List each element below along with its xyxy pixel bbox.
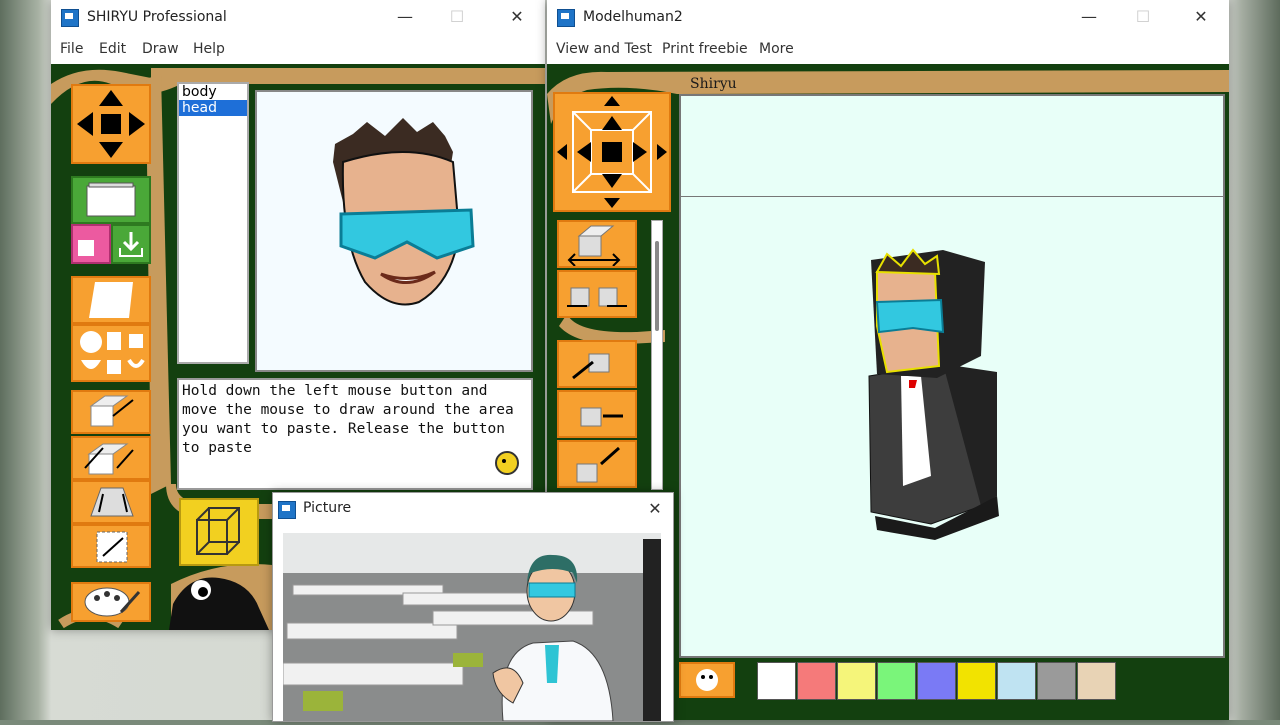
app-icon: [557, 9, 575, 27]
swatch-green[interactable]: [877, 662, 916, 700]
monster-mascot: [169, 568, 269, 630]
open-folder-button[interactable]: [71, 176, 151, 224]
cut-corner-button[interactable]: [71, 524, 151, 568]
swatch-yellow-pattern[interactable]: [957, 662, 996, 700]
brand-label: Shiryu: [690, 76, 737, 92]
title-bar[interactable]: Modelhuman2 — ☐ ✕: [547, 0, 1229, 34]
close-button[interactable]: ✕: [1189, 6, 1213, 28]
model-viewport[interactable]: [679, 94, 1225, 658]
list-item-body[interactable]: body: [179, 84, 247, 100]
move-part-up-button[interactable]: [557, 340, 637, 388]
swap-parts-button[interactable]: [557, 220, 637, 268]
picture-window: Picture ✕: [272, 492, 674, 722]
maximize-button[interactable]: ☐: [445, 6, 469, 28]
swatch-blue[interactable]: [917, 662, 956, 700]
import-button[interactable]: [111, 224, 151, 264]
perspective-button[interactable]: [71, 480, 151, 524]
swatch-white[interactable]: [757, 662, 796, 700]
menu-print-freebie[interactable]: Print freebie: [662, 41, 748, 57]
split-parts-button[interactable]: [557, 270, 637, 318]
picture-frame: [282, 533, 661, 722]
app-icon: [61, 9, 79, 27]
swatch-wood[interactable]: [1077, 662, 1116, 700]
menu-more[interactable]: More: [759, 41, 794, 57]
paint-palette-button[interactable]: [71, 582, 151, 622]
window-title: Picture: [303, 500, 352, 516]
paste-image-button[interactable]: [71, 224, 111, 264]
list-item-head[interactable]: head: [179, 100, 247, 116]
move-part-back-button[interactable]: [557, 390, 637, 438]
move-part-down-button[interactable]: [557, 440, 637, 488]
swatch-stone[interactable]: [1037, 662, 1076, 700]
parts-list[interactable]: body head: [177, 82, 249, 364]
swatch-iridescent[interactable]: [997, 662, 1036, 700]
menu-bar: File Edit Draw Help: [51, 34, 545, 64]
scrollbar[interactable]: [651, 220, 663, 490]
menu-file[interactable]: File: [60, 41, 83, 57]
move-arrows-button[interactable]: [71, 84, 151, 164]
menu-draw[interactable]: Draw: [142, 41, 179, 57]
minimize-button[interactable]: —: [1077, 6, 1101, 28]
help-text: Hold down the left mouse button and move…: [177, 378, 533, 490]
window-title: SHIRYU Professional: [87, 9, 227, 25]
mascot-logo: [491, 450, 523, 476]
minimize-button[interactable]: —: [393, 6, 417, 28]
maximize-button[interactable]: ☐: [1131, 6, 1155, 28]
classroom-photo: [282, 533, 661, 722]
paper-button[interactable]: [71, 276, 151, 324]
menu-help[interactable]: Help: [193, 41, 225, 57]
head-image: [333, 118, 475, 306]
mascot-button[interactable]: [679, 662, 735, 698]
head-preview-canvas[interactable]: [255, 90, 533, 372]
window-title: Modelhuman2: [583, 9, 683, 25]
menu-edit[interactable]: Edit: [99, 41, 126, 57]
swatch-yellow[interactable]: [837, 662, 876, 700]
title-bar[interactable]: SHIRYU Professional — ☐ ✕: [51, 0, 545, 34]
papercraft-model: [868, 248, 999, 540]
title-bar[interactable]: Picture ✕: [273, 493, 673, 525]
close-button[interactable]: ✕: [643, 498, 667, 520]
resize-box-button[interactable]: [71, 390, 151, 434]
scale-box-button[interactable]: [71, 436, 151, 480]
menu-view-and-test[interactable]: View and Test: [556, 41, 652, 57]
view-rotate-pad[interactable]: [553, 92, 671, 212]
menu-bar: View and Test Print freebie More: [547, 34, 1229, 64]
shapes-button[interactable]: [71, 324, 151, 382]
swatch-red[interactable]: [797, 662, 836, 700]
wireframe-box-button[interactable]: [179, 498, 259, 566]
close-button[interactable]: ✕: [505, 6, 529, 28]
app-icon: [278, 501, 296, 519]
